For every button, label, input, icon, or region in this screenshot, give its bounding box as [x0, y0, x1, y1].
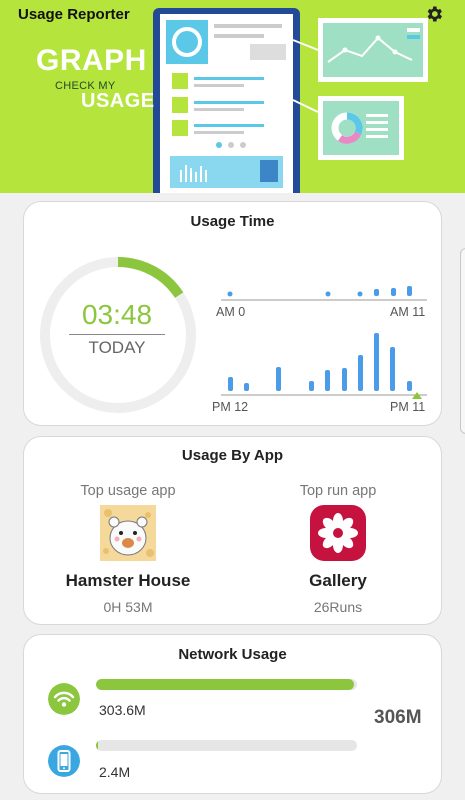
network-usage-title: Network Usage	[178, 646, 287, 663]
tagline-graph: GRAPH	[36, 44, 147, 77]
am-bar	[374, 289, 379, 296]
pm-bar	[407, 381, 412, 391]
am-end-label: AM 11	[390, 305, 426, 319]
pm-start-label: PM 12	[212, 400, 249, 414]
hamster-icon	[100, 505, 156, 561]
header-banner: Usage Reporter GRAPH CHECK MY USAGE	[0, 0, 465, 193]
pm-bar	[309, 381, 314, 391]
tagline-usage: USAGE	[81, 90, 155, 112]
mobile-phone-icon	[48, 745, 80, 777]
top-run-caption: Top run app	[299, 483, 377, 499]
pm-bar	[228, 377, 233, 391]
mobile-usage-fill	[96, 740, 99, 751]
am-bar	[357, 291, 363, 297]
top-run-app[interactable]: Top run app Gallery 26Runs	[243, 437, 433, 624]
banner-illustration	[153, 8, 428, 193]
am-start-label: AM 0	[216, 305, 246, 319]
gear-icon[interactable]	[424, 4, 444, 24]
wifi-usage-bar	[96, 679, 357, 690]
am-bar	[407, 286, 412, 296]
app-title: Usage Reporter	[18, 6, 130, 23]
top-run-app-name: Gallery	[309, 571, 367, 590]
am-bar	[391, 288, 396, 296]
wifi-icon	[48, 683, 80, 715]
wifi-usage-value: 303.6M	[99, 702, 146, 718]
mobile-usage-bar	[96, 740, 357, 751]
pm-bar	[276, 367, 281, 391]
top-usage-caption: Top usage app	[80, 483, 176, 499]
am-bar	[227, 291, 233, 297]
mobile-usage-value: 2.4M	[99, 764, 131, 780]
pm-bar	[358, 355, 363, 391]
pm-bar	[390, 347, 395, 391]
pm-end-label: PM 11	[390, 400, 426, 414]
network-usage-card[interactable]: Network Usage 303.6M 306M 2.4M	[23, 634, 442, 794]
pm-bar	[374, 333, 379, 391]
usage-time-card[interactable]: Usage Time 03:48 TODAY AM 0 AM 11 PM 12 …	[23, 201, 442, 426]
network-total: 306M	[374, 707, 422, 728]
am-bar	[325, 291, 331, 297]
top-run-app-count: 26Runs	[313, 599, 363, 615]
gallery-flower-icon	[310, 505, 366, 561]
pm-bar	[342, 368, 347, 391]
pm-bar	[244, 383, 249, 391]
top-usage-app-duration: 0H 53M	[103, 599, 153, 615]
usage-by-app-card[interactable]: Usage By App Top usage app Hamster House…	[23, 436, 442, 625]
top-usage-app-name: Hamster House	[65, 571, 191, 590]
top-usage-app[interactable]: Top usage app Hamster House 0H 53M	[33, 437, 223, 624]
wifi-usage-fill	[96, 679, 355, 690]
edge-panel-handle[interactable]	[460, 248, 465, 434]
pm-bar	[325, 370, 330, 391]
